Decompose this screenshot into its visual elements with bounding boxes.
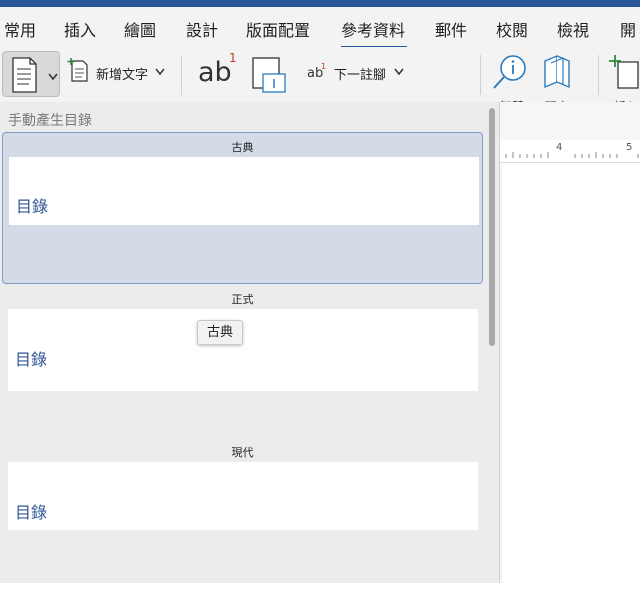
toc-style-title: 古典	[231, 141, 254, 154]
scrollbar-thumb[interactable]	[489, 108, 495, 346]
insert-endnote-icon[interactable]	[250, 55, 290, 95]
researcher-icon[interactable]	[541, 53, 575, 91]
next-footnote-label: 下一註腳	[334, 68, 387, 83]
horizontal-ruler[interactable]: 4 5	[500, 140, 640, 163]
tab-insert[interactable]: 插入	[64, 17, 96, 41]
toc-style-modern[interactable]: 現代 目錄	[2, 438, 483, 590]
ribbon-separator	[181, 55, 182, 95]
toc-style-title: 現代	[231, 446, 254, 459]
tab-home[interactable]: 常用	[4, 17, 36, 41]
gallery-section-header: 手動產生目錄	[8, 113, 92, 129]
toc-preview: 目錄	[8, 309, 478, 391]
smart-lookup-icon[interactable]	[490, 52, 530, 92]
toc-style-classic[interactable]: 古典 目錄	[2, 132, 483, 284]
tab-design[interactable]: 設計	[186, 17, 218, 41]
ruler-label-4: 4	[556, 142, 563, 153]
table-of-contents-button[interactable]	[2, 51, 60, 97]
footnote-superscript: 1	[229, 51, 237, 65]
tab-references[interactable]: 參考資料	[341, 17, 405, 41]
document-page[interactable]	[503, 163, 640, 583]
tab-review[interactable]: 校閱	[496, 17, 528, 41]
svg-text:1: 1	[321, 62, 326, 71]
tab-layout[interactable]: 版面配置	[246, 17, 310, 41]
chevron-down-icon	[48, 73, 58, 81]
add-text-button[interactable]: 新增文字	[96, 64, 148, 83]
toc-style-title: 正式	[231, 293, 254, 306]
toc-preview: 目錄	[8, 462, 478, 530]
ruler-label-5: 5	[626, 142, 633, 153]
table-of-contents-gallery: 手動產生目錄 古典 目錄 正式 目錄 現代 目錄 古典	[0, 102, 500, 583]
toc-preview-heading: 目錄	[16, 197, 49, 216]
chevron-down-icon[interactable]	[155, 68, 165, 76]
insert-citation-icon[interactable]	[608, 52, 640, 92]
tab-view[interactable]: 檢視	[557, 17, 589, 41]
toc-preview-heading: 目錄	[15, 503, 48, 522]
tab-developer[interactable]: 開	[620, 17, 636, 41]
chevron-down-icon	[394, 68, 404, 76]
toc-preview: 目錄	[9, 157, 479, 225]
style-tooltip: 古典	[197, 320, 243, 345]
ribbon-separator	[480, 55, 481, 95]
next-footnote-icon: ab 1	[307, 62, 326, 80]
gallery-scrollbar[interactable]	[486, 102, 498, 583]
footnote-ab-text: ab	[198, 57, 232, 88]
insert-footnote-button[interactable]: ab 1	[196, 51, 240, 97]
toc-style-formal[interactable]: 正式 目錄	[2, 285, 483, 437]
add-text-icon	[67, 58, 88, 82]
title-bar-strip	[0, 0, 640, 7]
ribbon-tabs: 常用 插入 繪圖 設計 版面配置 參考資料 郵件 校閱 檢視 開	[0, 7, 640, 49]
tab-draw[interactable]: 繪圖	[124, 17, 156, 41]
ribbon-toolbar: 新增文字 ab 1 ab 1 下一註腳 智慧 查閱 研究 工具	[0, 47, 640, 127]
ribbon-separator	[598, 55, 599, 95]
ruler-ticks	[505, 152, 639, 158]
toc-preview-heading: 目錄	[15, 350, 48, 369]
next-footnote-button[interactable]: ab 1 下一註腳	[306, 62, 406, 84]
tab-mailings[interactable]: 郵件	[435, 17, 467, 41]
